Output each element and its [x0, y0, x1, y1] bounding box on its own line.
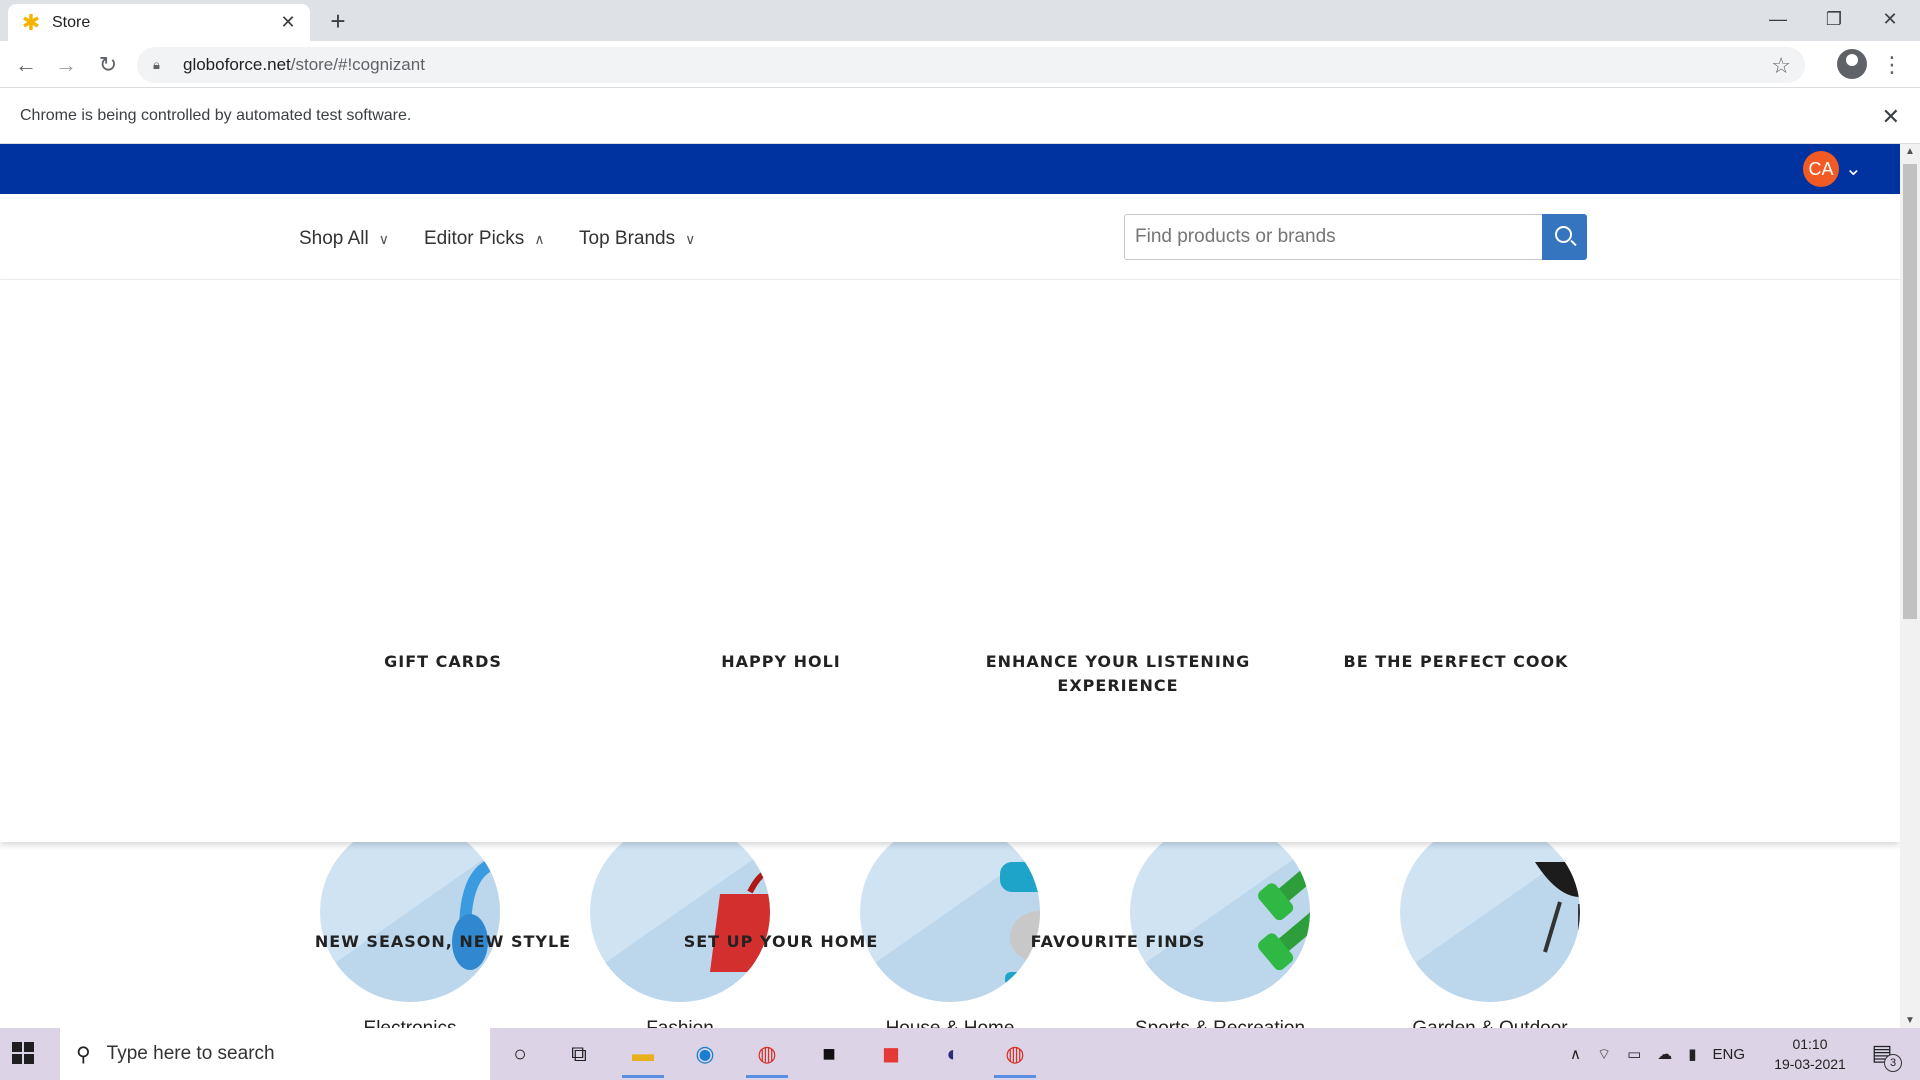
headphones-icon — [452, 856, 500, 970]
forward-icon[interactable]: → — [50, 49, 82, 81]
display-icon[interactable]: ▭ — [1627, 1045, 1641, 1063]
nav-shop-all[interactable]: Shop All ∨ — [299, 228, 389, 250]
language-indicator[interactable]: ENG — [1713, 1046, 1746, 1063]
editor-picks-dropdown: GIFT CARDS HAPPY HOLI ENHANCE YOUR LISTE… — [0, 280, 1900, 951]
page-viewport: CA ⌄ Shop All ∨ Editor Picks ∧ Top Brand… — [0, 144, 1900, 1028]
address-bar[interactable]: 🔒︎ globoforce.net/store/#!cognizant ☆ — [137, 47, 1805, 83]
sparkle-icon: ✱ — [21, 9, 41, 35]
battery-icon[interactable]: ▮ — [1688, 1045, 1696, 1063]
restore-icon[interactable]: ❐ — [1806, 0, 1862, 38]
browser-toolbar: ← → ↻ 🔒︎ globoforce.net/store/#!cognizan… — [0, 41, 1920, 88]
cortana-icon[interactable]: ○ — [497, 1036, 543, 1072]
file-explorer-icon[interactable]: ▬ — [620, 1036, 666, 1078]
dumbbells-icon — [1258, 844, 1310, 971]
new-tab-button[interactable]: + — [324, 7, 352, 35]
nav-editor-picks[interactable]: Editor Picks ∧ — [424, 228, 545, 250]
browser-tab-strip: ✱ Store ✕ + — ❐ ✕ — [0, 0, 1920, 41]
pick-gift-cards[interactable]: GIFT CARDS — [298, 650, 588, 674]
browser-tab[interactable]: ✱ Store ✕ — [8, 4, 310, 41]
stand-mixer-icon — [1000, 862, 1040, 986]
category-image — [590, 822, 770, 1002]
url-text: globoforce.net/store/#!cognizant — [183, 55, 425, 74]
network-icon[interactable]: ⌔ — [1597, 1045, 1611, 1064]
scroll-up-icon[interactable]: ▲ — [1905, 146, 1915, 157]
tab-title: Store — [52, 13, 91, 31]
user-avatar[interactable]: CA — [1803, 151, 1839, 187]
grill-icon — [1535, 862, 1580, 957]
pick-set-up-home[interactable]: SET UP YOUR HOME — [636, 930, 926, 954]
eclipse-icon[interactable]: ◐ — [930, 1036, 976, 1072]
terminal-icon[interactable]: ■ — [806, 1036, 852, 1072]
product-search-input[interactable] — [1124, 214, 1542, 260]
pick-favourite-finds[interactable]: FAVOURITE FINDS — [973, 930, 1263, 954]
infobar-close-icon[interactable]: ✕ — [1882, 104, 1900, 130]
pick-perfect-cook[interactable]: BE THE PERFECT COOK — [1311, 650, 1601, 674]
windows-taskbar: ⚲ Type here to search ○ ⧉ ▬ ◉ ◍ ■ ◼ ◐ ◍ … — [0, 1028, 1920, 1080]
category-house-home[interactable]: House & Home — [855, 822, 1045, 1028]
recorder-icon[interactable]: ◼ — [868, 1036, 914, 1072]
task-view-icon[interactable]: ⧉ — [556, 1036, 602, 1072]
automation-infobar: Chrome is being controlled by automated … — [0, 88, 1920, 144]
menu-kebab-icon[interactable]: ⋮ — [1880, 49, 1904, 81]
category-image — [1130, 822, 1310, 1002]
bookmark-star-icon[interactable]: ☆ — [1771, 53, 1791, 79]
pick-happy-holi[interactable]: HAPPY HOLI — [636, 650, 926, 674]
category-fashion[interactable]: Fashion — [585, 822, 775, 1028]
window-close-icon[interactable]: ✕ — [1862, 0, 1918, 38]
category-sports-recreation[interactable]: Sports & Recreation — [1125, 822, 1315, 1028]
tab-close-icon[interactable]: ✕ — [278, 12, 298, 33]
search-icon: ⚲ — [76, 1043, 91, 1066]
reload-icon[interactable]: ↻ — [92, 49, 124, 81]
notification-icon[interactable]: ▤ 3 — [1866, 1040, 1902, 1072]
category-garden-outdoor[interactable]: Garden & Outdoor — [1395, 822, 1585, 1028]
back-icon[interactable]: ← — [10, 49, 42, 81]
chrome-icon[interactable]: ◍ — [744, 1036, 790, 1078]
category-image — [860, 822, 1040, 1002]
handbag-icon — [710, 869, 770, 972]
site-header-bar: CA ⌄ — [0, 144, 1900, 194]
taskbar-clock[interactable]: 01:10 19-03-2021 — [1760, 1034, 1860, 1074]
category-image — [1400, 822, 1580, 1002]
windows-start-icon[interactable] — [12, 1042, 34, 1064]
search-button[interactable] — [1542, 214, 1587, 260]
profile-icon[interactable] — [1837, 49, 1867, 79]
category-label: Fashion — [585, 1018, 775, 1028]
chevron-down-icon: ∨ — [685, 230, 696, 247]
chevron-up-icon: ∧ — [534, 230, 545, 247]
lock-icon: 🔒︎ — [153, 57, 160, 72]
edge-icon[interactable]: ◉ — [682, 1036, 728, 1072]
system-tray: ∧ ⌔ ▭ ☁ ▮ ENG — [1570, 1028, 1745, 1080]
category-row: Electronics Fashion House & Home — [0, 822, 1900, 1028]
chevron-up-icon[interactable]: ∧ — [1570, 1045, 1581, 1063]
nav-top-brands[interactable]: Top Brands ∨ — [579, 228, 695, 250]
category-image — [320, 822, 500, 1002]
minimize-icon[interactable]: — — [1750, 0, 1806, 38]
chevron-down-icon: ∨ — [378, 230, 389, 247]
scrollbar-thumb[interactable] — [1903, 164, 1917, 619]
category-label: Electronics — [315, 1018, 505, 1028]
scroll-down-icon[interactable]: ▼ — [1905, 1015, 1915, 1026]
category-electronics[interactable]: Electronics — [315, 822, 505, 1028]
category-label: Garden & Outdoor — [1395, 1018, 1585, 1028]
pick-listening[interactable]: ENHANCE YOUR LISTENING EXPERIENCE — [973, 650, 1263, 698]
search-icon — [1555, 226, 1572, 243]
store-nav: Shop All ∨ Editor Picks ∧ Top Brands ∨ — [0, 194, 1900, 280]
pick-new-season[interactable]: NEW SEASON, NEW STYLE — [298, 930, 588, 954]
page-scrollbar[interactable]: ▲ ▼ — [1900, 144, 1920, 1028]
chrome-icon[interactable]: ◍ — [992, 1036, 1038, 1078]
category-label: House & Home — [855, 1018, 1045, 1028]
category-label: Sports & Recreation — [1125, 1018, 1315, 1028]
taskbar-search[interactable]: ⚲ Type here to search — [60, 1028, 490, 1080]
notification-count: 3 — [1884, 1054, 1902, 1072]
onedrive-icon[interactable]: ☁ — [1657, 1045, 1672, 1063]
infobar-text: Chrome is being controlled by automated … — [20, 106, 412, 124]
chevron-down-icon[interactable]: ⌄ — [1845, 156, 1862, 181]
